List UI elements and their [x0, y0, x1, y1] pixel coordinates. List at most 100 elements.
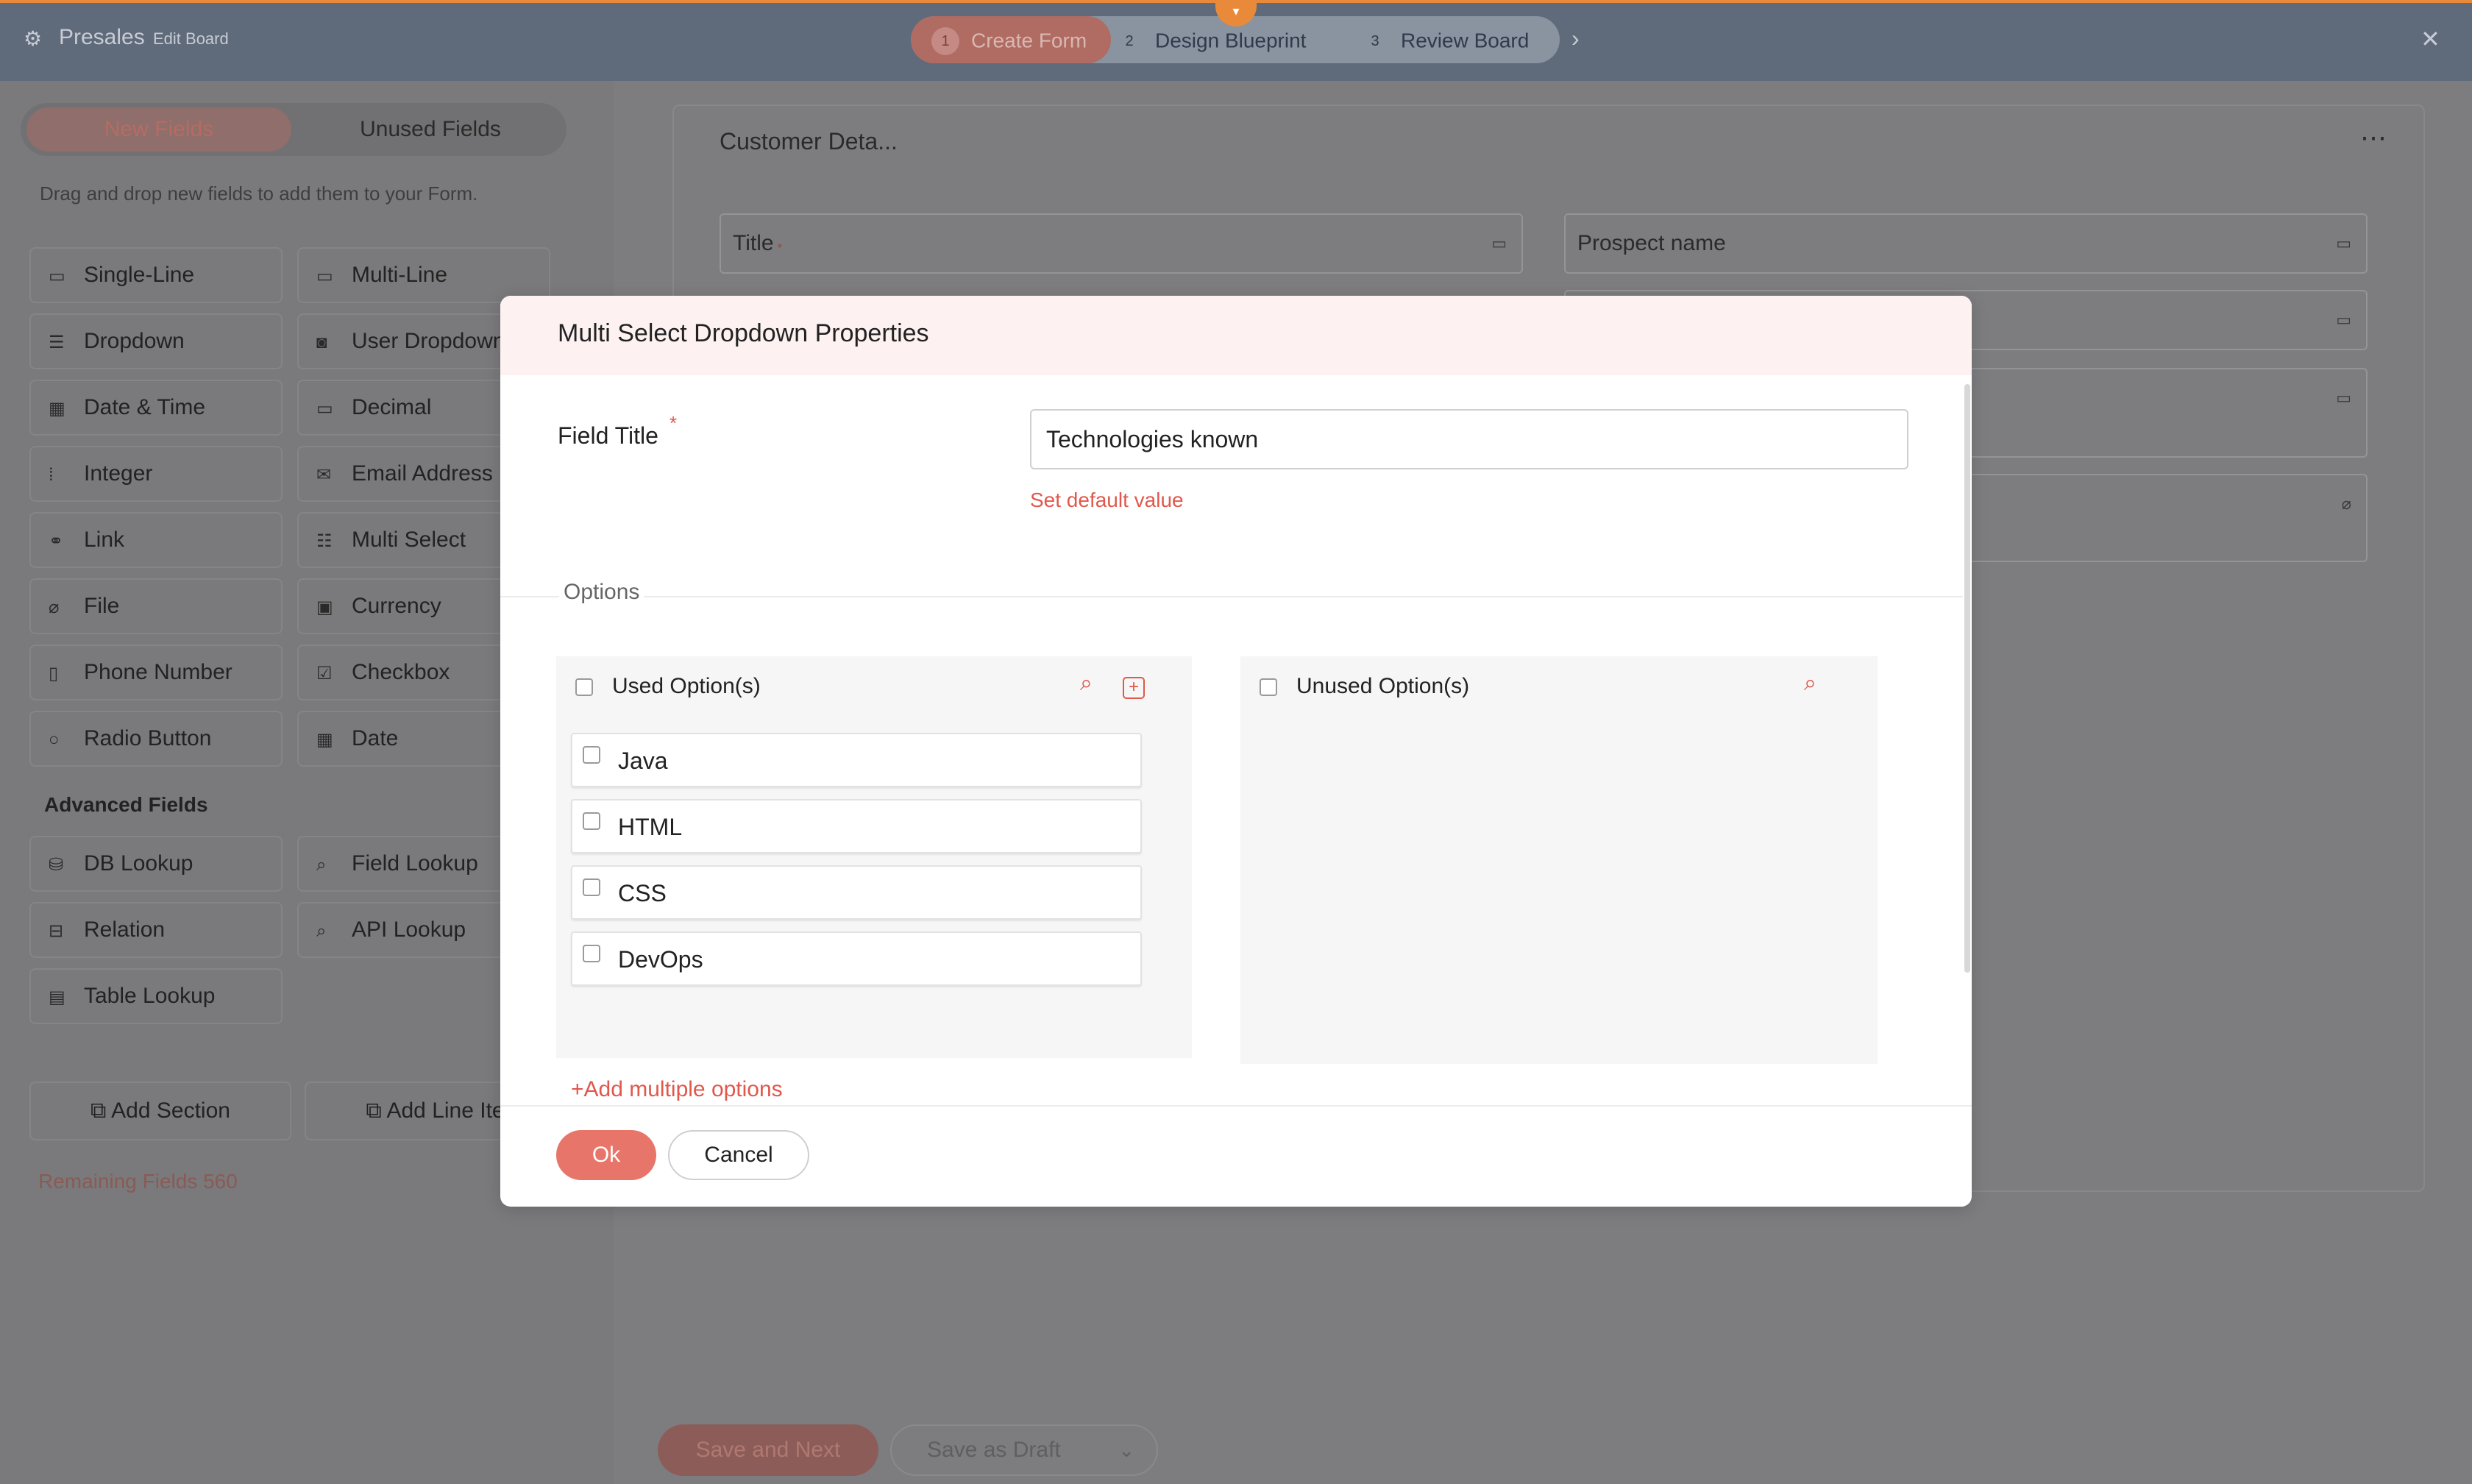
option-item[interactable]: HTML: [571, 799, 1142, 853]
field-relation[interactable]: ⊟ Relation: [29, 902, 283, 958]
advanced-fields-heading: Advanced Fields: [44, 793, 208, 816]
option-item[interactable]: CSS: [571, 865, 1142, 920]
option-item[interactable]: Java: [571, 733, 1142, 787]
single-line-icon: ▭: [49, 266, 65, 286]
set-default-value-link[interactable]: Set default value: [1030, 489, 1184, 512]
add-section-icon: ⧉: [90, 1098, 112, 1123]
add-multiple-options-link[interactable]: +Add multiple options: [571, 1077, 783, 1102]
option-checkbox[interactable]: [583, 746, 600, 764]
step-label: Review Board: [1401, 29, 1530, 52]
save-and-next-button[interactable]: Save and Next: [658, 1424, 878, 1476]
field-radio-button[interactable]: ○ Radio Button: [29, 711, 283, 767]
multi-line-icon: ▭: [316, 266, 333, 286]
tab-unused-fields[interactable]: Unused Fields: [309, 107, 552, 152]
add-section-button[interactable]: ⧉ Add Section: [29, 1082, 291, 1140]
radio-icon: ○: [49, 730, 60, 750]
option-checkbox[interactable]: [583, 945, 600, 962]
option-checkbox[interactable]: [583, 812, 600, 830]
options-label: Options: [559, 580, 644, 605]
unused-options-label: Unused Option(s): [1296, 674, 1470, 698]
footer-divider: [500, 1105, 1972, 1107]
field-dropdown[interactable]: ☰ Dropdown: [29, 313, 283, 369]
form-field-title[interactable]: Title • ▭: [720, 213, 1523, 274]
search-icon[interactable]: ⌕: [1804, 671, 1816, 696]
unused-options-panel: [1240, 656, 1878, 1064]
checkbox-icon: ☑: [316, 664, 333, 684]
field-date-time[interactable]: ▦ Date & Time: [29, 380, 283, 436]
drag-hint: Drag and drop new fields to add them to …: [40, 182, 478, 205]
required-marker: *: [670, 412, 678, 434]
step-create-form[interactable]: 1 Create Form: [911, 16, 1111, 63]
step-label: Create Form: [971, 29, 1087, 52]
option-label: DevOps: [618, 946, 703, 973]
dialog-scrollbar[interactable]: [1964, 384, 1970, 973]
select-all-used-checkbox[interactable]: [575, 678, 593, 696]
used-options-label: Used Option(s): [612, 674, 761, 698]
envelope-icon: ✉: [316, 465, 332, 485]
field-type-icon: ▭: [1491, 234, 1507, 252]
field-lookup-icon: ⌕: [316, 855, 327, 875]
field-type-icon: ▭: [2336, 234, 2351, 252]
chevron-down-icon[interactable]: ⌄: [1118, 1426, 1134, 1474]
field-db-lookup[interactable]: ⛁ DB Lookup: [29, 836, 283, 892]
option-checkbox[interactable]: [583, 878, 600, 896]
relation-icon: ⊟: [49, 921, 64, 941]
field-type-icon: ▭: [2336, 388, 2351, 407]
close-icon[interactable]: ✕: [2420, 25, 2440, 53]
more-icon[interactable]: ⋯: [2360, 122, 2387, 153]
field-link[interactable]: ⚭ Link: [29, 512, 283, 568]
decimal-icon: ▭: [316, 399, 333, 419]
tab-new-fields[interactable]: New Fields: [26, 107, 291, 152]
options-divider: [500, 596, 1963, 597]
calendar-icon: ▦: [316, 730, 333, 750]
ok-button[interactable]: Ok: [556, 1130, 656, 1180]
app-title: Presales: [59, 25, 145, 49]
save-as-draft-button[interactable]: Save as Draft ⌄: [890, 1424, 1158, 1476]
currency-icon: ▣: [316, 597, 333, 617]
chevron-right-icon[interactable]: ›: [1571, 25, 1580, 52]
add-option-icon[interactable]: +: [1123, 677, 1145, 699]
calendar-clock-icon: ▦: [49, 399, 65, 419]
paperclip-icon: ⌀: [2341, 494, 2351, 513]
link-icon: ⚭: [49, 531, 64, 551]
required-dot: •: [773, 238, 782, 253]
app-subtitle: Edit Board: [153, 29, 229, 48]
paperclip-icon: ⌀: [49, 597, 60, 617]
field-multi-line[interactable]: ▭ Multi-Line: [297, 247, 550, 303]
used-options-panel: [556, 656, 1192, 1058]
field-type-icon: ▭: [2336, 310, 2351, 329]
integer-icon: ⁞: [49, 465, 54, 485]
checklist-icon: ☷: [316, 531, 333, 551]
cancel-button[interactable]: Cancel: [668, 1130, 809, 1180]
field-integer[interactable]: ⁞ Integer: [29, 446, 283, 502]
field-title-label: Field Title: [558, 422, 658, 449]
multi-select-properties-dialog: Multi Select Dropdown Properties Field T…: [500, 296, 1972, 1207]
step-number: 3: [1371, 32, 1379, 49]
field-title-input[interactable]: [1030, 409, 1908, 469]
add-line-item-icon: ⧉: [366, 1098, 387, 1123]
api-icon: ⌕: [316, 921, 327, 941]
field-phone-number[interactable]: ▯ Phone Number: [29, 645, 283, 700]
dialog-title: Multi Select Dropdown Properties: [558, 319, 929, 347]
option-label: Java: [618, 748, 668, 774]
select-all-unused-checkbox[interactable]: [1260, 678, 1277, 696]
step-design-blueprint[interactable]: 2 Design Blueprint: [1115, 16, 1306, 63]
step-number: 1: [931, 26, 959, 55]
database-icon: ⛁: [49, 855, 64, 875]
option-item[interactable]: DevOps: [571, 931, 1142, 986]
phone-icon: ▯: [49, 664, 59, 684]
step-review-board[interactable]: 3 Review Board: [1361, 16, 1529, 63]
dropdown-icon: ☰: [49, 333, 65, 352]
field-file[interactable]: ⌀ File: [29, 578, 283, 634]
board-icon: ⚙: [24, 27, 43, 50]
field-table-lookup[interactable]: ▤ Table Lookup: [29, 968, 283, 1024]
field-single-line[interactable]: ▭ Single-Line: [29, 247, 283, 303]
form-field-prospect-name[interactable]: Prospect name ▭: [1564, 213, 2368, 274]
user-icon: ◙: [316, 333, 327, 352]
remaining-fields: Remaining Fields 560: [38, 1170, 238, 1193]
step-label: Design Blueprint: [1155, 29, 1307, 52]
section-title: Customer Deta...: [720, 128, 898, 155]
option-label: CSS: [618, 880, 667, 906]
search-icon[interactable]: ⌕: [1080, 671, 1093, 696]
option-label: HTML: [618, 814, 683, 840]
